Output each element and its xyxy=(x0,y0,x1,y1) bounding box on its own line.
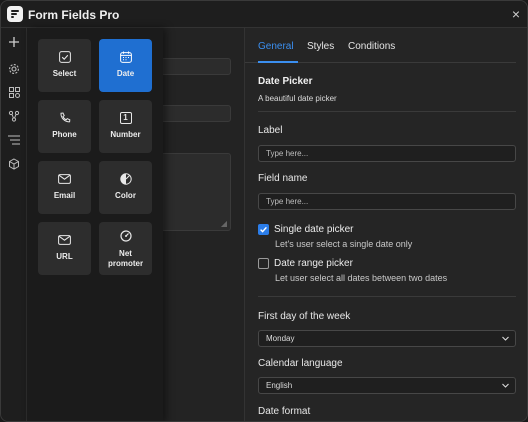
title-bar: Form Fields Pro × xyxy=(1,1,527,28)
app-logo-icon xyxy=(7,6,23,22)
date-range-label: Date range picker xyxy=(274,258,353,269)
number-icon-glyph: 1 xyxy=(119,112,132,124)
mail-icon xyxy=(38,172,91,186)
form-canvas: ◢ xyxy=(161,28,245,421)
date-range-help: Let user select all dates between two da… xyxy=(275,273,448,283)
cube-icon[interactable] xyxy=(6,156,22,172)
grid-icon[interactable] xyxy=(6,84,22,100)
connections-icon[interactable] xyxy=(6,108,22,124)
tile-label: Color xyxy=(115,191,136,200)
label-input[interactable] xyxy=(258,145,516,162)
tile-url[interactable]: URL xyxy=(38,222,91,275)
tile-phone[interactable]: Phone xyxy=(38,100,91,153)
gauge-icon xyxy=(99,229,152,243)
url-icon xyxy=(38,233,91,247)
checkbox-icon xyxy=(38,50,91,64)
settings-panel: General Styles Conditions Date Picker A … xyxy=(244,28,527,421)
calendar-language-value: English xyxy=(266,381,293,390)
gear-icon[interactable] xyxy=(6,61,22,77)
color-icon xyxy=(99,172,152,186)
list-icon[interactable] xyxy=(6,132,22,148)
section-description: A beautiful date picker xyxy=(258,94,337,103)
date-format-label: Date format xyxy=(258,406,311,417)
tile-number[interactable]: 1 Number xyxy=(99,100,152,153)
divider xyxy=(258,296,516,297)
tab-conditions[interactable]: Conditions xyxy=(348,41,395,52)
number-icon: 1 xyxy=(99,111,152,125)
tile-label: Number xyxy=(110,130,141,139)
side-rail xyxy=(1,28,27,421)
close-icon[interactable]: × xyxy=(507,5,525,23)
date-range-checkbox[interactable] xyxy=(258,258,269,269)
single-date-label: Single date picker xyxy=(274,224,354,235)
plus-icon[interactable] xyxy=(6,34,22,50)
tile-net-promoter[interactable]: Net promoter xyxy=(99,222,152,275)
phone-icon xyxy=(38,111,91,125)
first-day-value: Monday xyxy=(266,334,295,343)
resize-handle-icon[interactable]: ◢ xyxy=(221,219,227,228)
tile-label: Date xyxy=(116,69,135,78)
field-name-label: Field name xyxy=(258,173,308,184)
canvas-field-1[interactable] xyxy=(161,58,231,75)
app-window: Form Fields Pro × ◢ Select Date Phone 1 … xyxy=(0,0,528,422)
canvas-field-2[interactable] xyxy=(161,105,231,122)
tab-styles[interactable]: Styles xyxy=(307,41,334,52)
tile-label: Phone xyxy=(52,130,77,139)
divider xyxy=(258,111,516,112)
tile-select[interactable]: Select xyxy=(38,39,91,92)
canvas-textarea[interactable]: ◢ xyxy=(161,153,231,231)
calendar-language-select[interactable]: English xyxy=(258,377,516,394)
calendar-language-label: Calendar language xyxy=(258,358,343,369)
chevron-down-icon xyxy=(502,383,509,388)
label-field-label: Label xyxy=(258,125,283,136)
section-title: Date Picker xyxy=(258,76,313,87)
first-day-select[interactable]: Monday xyxy=(258,330,516,347)
window-title: Form Fields Pro xyxy=(28,8,120,22)
tile-label: Select xyxy=(52,69,77,78)
tile-email[interactable]: Email xyxy=(38,161,91,214)
single-date-help: Let's user select a single date only xyxy=(275,239,413,249)
single-date-checkbox[interactable] xyxy=(258,224,269,235)
field-name-input[interactable] xyxy=(258,193,516,210)
first-day-label: First day of the week xyxy=(258,311,351,322)
tile-label: Email xyxy=(53,191,76,200)
tile-label: Net promoter xyxy=(107,249,144,268)
chevron-down-icon xyxy=(502,336,509,341)
check-icon xyxy=(260,226,267,233)
tile-label: URL xyxy=(56,252,73,261)
field-palette: Select Date Phone 1 Number Email Color U… xyxy=(27,28,163,421)
tile-date[interactable]: Date xyxy=(99,39,152,92)
tab-general[interactable]: General xyxy=(258,41,294,52)
active-tab-indicator xyxy=(258,61,298,63)
tile-color[interactable]: Color xyxy=(99,161,152,214)
calendar-icon xyxy=(99,50,152,64)
